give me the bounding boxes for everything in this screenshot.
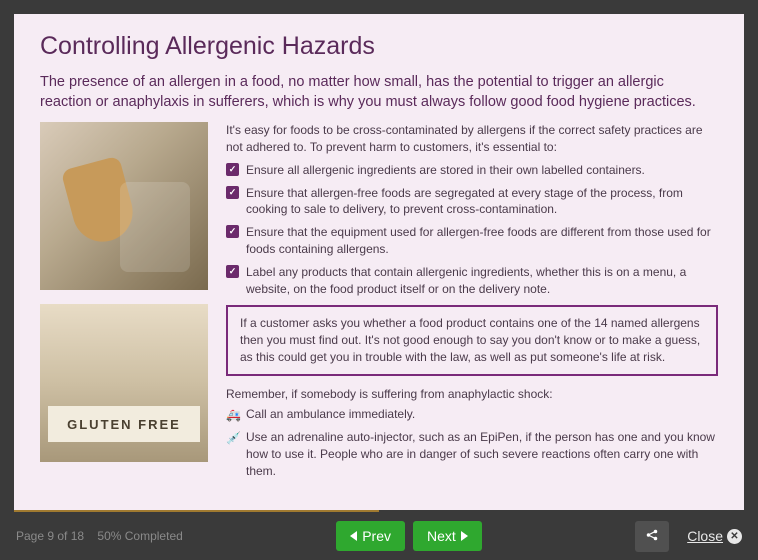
checklist-text: Ensure that the equipment used for aller… <box>246 225 711 256</box>
action-item: 🚑 Call an ambulance immediately. <box>226 406 718 423</box>
text-column: It's easy for foods to be cross-contamin… <box>226 122 718 488</box>
percent-complete: 50% Completed <box>97 529 182 543</box>
checklist-text: Label any products that contain allergen… <box>246 265 686 296</box>
close-icon: ✕ <box>727 529 742 544</box>
share-button[interactable] <box>635 521 669 552</box>
prev-label: Prev <box>362 528 391 544</box>
action-text: Use an adrenaline auto-injector, such as… <box>246 430 715 478</box>
checklist-text: Ensure that allergen-free foods are segr… <box>246 186 683 217</box>
ambulance-icon: 🚑 <box>226 407 240 421</box>
lead-paragraph: The presence of an allergen in a food, n… <box>40 73 718 112</box>
checklist-item: ✓ Ensure that allergen-free foods are seg… <box>226 185 718 219</box>
progress-fill <box>14 510 379 512</box>
checklist-item: ✓ Label any products that contain allerge… <box>226 264 718 298</box>
gluten-free-label: GLUTEN FREE <box>48 406 200 442</box>
close-label: Close <box>687 528 723 544</box>
chevron-right-icon <box>461 531 468 541</box>
remember-paragraph: Remember, if somebody is suffering from … <box>226 386 718 403</box>
checklist-item: ✓ Ensure that the equipment used for alle… <box>226 224 718 258</box>
body-row: GLUTEN FREE It's easy for foods to be cr… <box>40 122 718 488</box>
page-counter: Page 9 of 18 <box>16 529 84 543</box>
nav-buttons: Prev Next <box>191 521 627 551</box>
action-text: Call an ambulance immediately. <box>246 407 415 421</box>
image-column: GLUTEN FREE <box>40 122 208 488</box>
prev-button[interactable]: Prev <box>336 521 405 551</box>
check-icon: ✓ <box>226 186 239 199</box>
image-gluten-free: GLUTEN FREE <box>40 304 208 462</box>
share-icon <box>645 528 659 545</box>
content-panel: Controlling Allergenic Hazards The prese… <box>14 14 744 510</box>
next-label: Next <box>427 528 456 544</box>
action-list: 🚑 Call an ambulance immediately. 💉 Use an … <box>226 406 718 479</box>
image-allergen-ingredients <box>40 122 208 290</box>
checklist-item: ✓ Ensure all allergenic ingredients are s… <box>226 162 718 179</box>
close-button[interactable]: Close ✕ <box>687 528 742 544</box>
footer: Page 9 of 18 50% Completed Prev Next Clo… <box>0 512 758 560</box>
page-title: Controlling Allergenic Hazards <box>40 32 718 61</box>
page-status: Page 9 of 18 50% Completed <box>16 529 183 543</box>
check-icon: ✓ <box>226 225 239 238</box>
next-button[interactable]: Next <box>413 521 482 551</box>
check-icon: ✓ <box>226 163 239 176</box>
callout-box: If a customer asks you whether a food pr… <box>226 305 718 375</box>
intro-paragraph: It's easy for foods to be cross-contamin… <box>226 122 718 156</box>
chevron-left-icon <box>350 531 357 541</box>
checklist-text: Ensure all allergenic ingredients are st… <box>246 163 645 177</box>
progress-bar <box>14 510 744 512</box>
checklist: ✓ Ensure all allergenic ingredients are s… <box>226 162 718 298</box>
epipen-icon: 💉 <box>226 430 240 444</box>
check-icon: ✓ <box>226 265 239 278</box>
action-item: 💉 Use an adrenaline auto-injector, such a… <box>226 429 718 479</box>
